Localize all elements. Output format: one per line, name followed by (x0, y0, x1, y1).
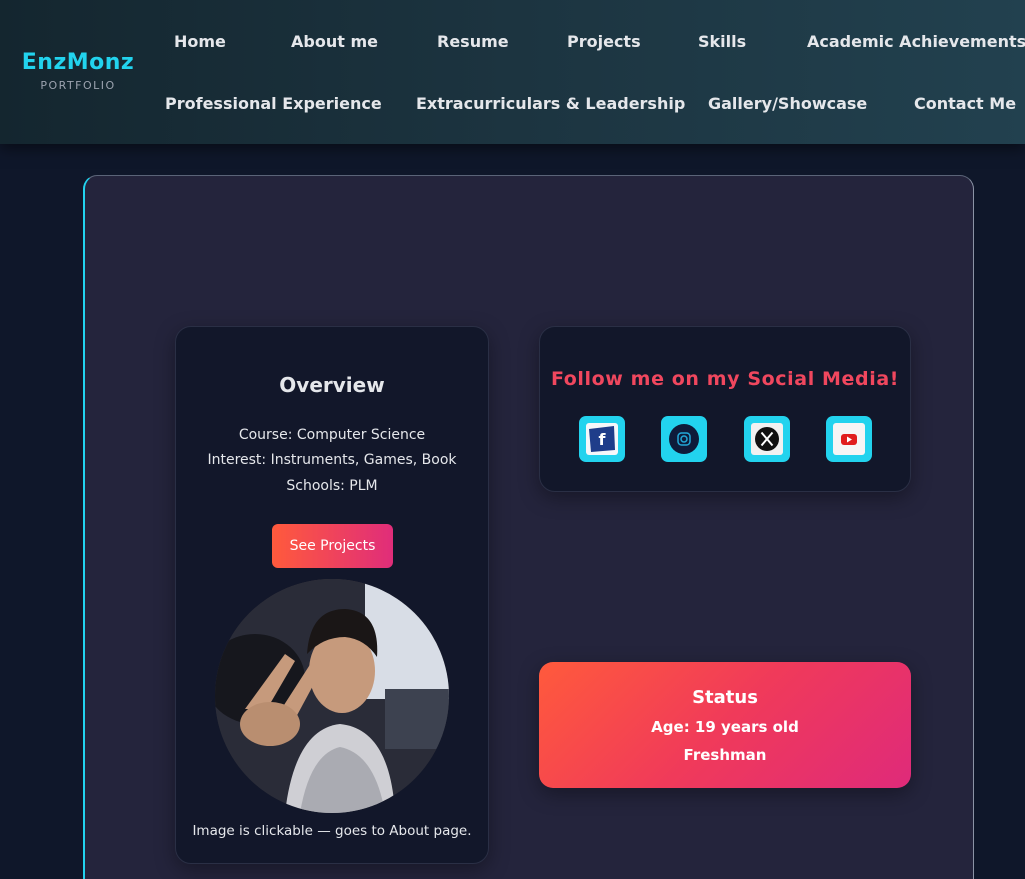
nav-gallery[interactable]: Gallery/Showcase (708, 94, 867, 113)
x-icon (751, 423, 783, 455)
schools-text: Schools: PLM (286, 478, 378, 494)
course-text: Course: Computer Science (238, 427, 426, 443)
brand-subtitle: PORTFOLIO (40, 79, 116, 92)
instagram-link[interactable] (661, 416, 707, 462)
see-projects-button[interactable]: See Projects (272, 524, 393, 568)
nav-resume[interactable]: Resume (437, 32, 509, 51)
site-header: EnzMonz PORTFOLIO Home About me Resume P… (0, 0, 1025, 144)
photo-caption: Image is clickable — goes to About page. (192, 823, 472, 839)
youtube-icon (833, 423, 865, 455)
nav-contact-me[interactable]: Contact Me (914, 94, 1016, 113)
profile-photo-illustration (215, 579, 449, 813)
social-title: Follow me on my Social Media! (550, 368, 900, 390)
interest-text: Interest: Instruments, Games, Book (207, 452, 457, 468)
x-link[interactable] (744, 416, 790, 462)
brand-logo[interactable]: EnzMonz PORTFOLIO (18, 50, 138, 92)
nav-about-me[interactable]: About me (291, 32, 378, 51)
status-card: Status Age: 19 years old Freshman (539, 662, 911, 788)
svg-text:f: f (599, 430, 607, 449)
nav-extracurriculars[interactable]: Extracurriculars & Leadership (416, 94, 685, 113)
profile-photo[interactable] (215, 579, 449, 813)
status-year: Freshman (683, 746, 767, 764)
instagram-icon (669, 424, 699, 454)
brand-name: EnzMonz (21, 50, 135, 75)
youtube-link[interactable] (826, 416, 872, 462)
status-age: Age: 19 years old (651, 718, 799, 736)
status-title: Status (692, 687, 758, 708)
nav-projects[interactable]: Projects (567, 32, 641, 51)
nav-academic-achievements[interactable]: Academic Achievements (807, 32, 1025, 51)
nav-home[interactable]: Home (174, 32, 226, 51)
overview-card: Overview Course: Computer Science Intere… (175, 326, 489, 864)
nav-skills[interactable]: Skills (698, 32, 746, 51)
nav-professional-experience[interactable]: Professional Experience (165, 94, 382, 113)
overview-title: Overview (279, 373, 385, 397)
facebook-icon: f (586, 423, 618, 455)
facebook-link[interactable]: f (579, 416, 625, 462)
social-media-card: Follow me on my Social Media! f (539, 326, 911, 492)
